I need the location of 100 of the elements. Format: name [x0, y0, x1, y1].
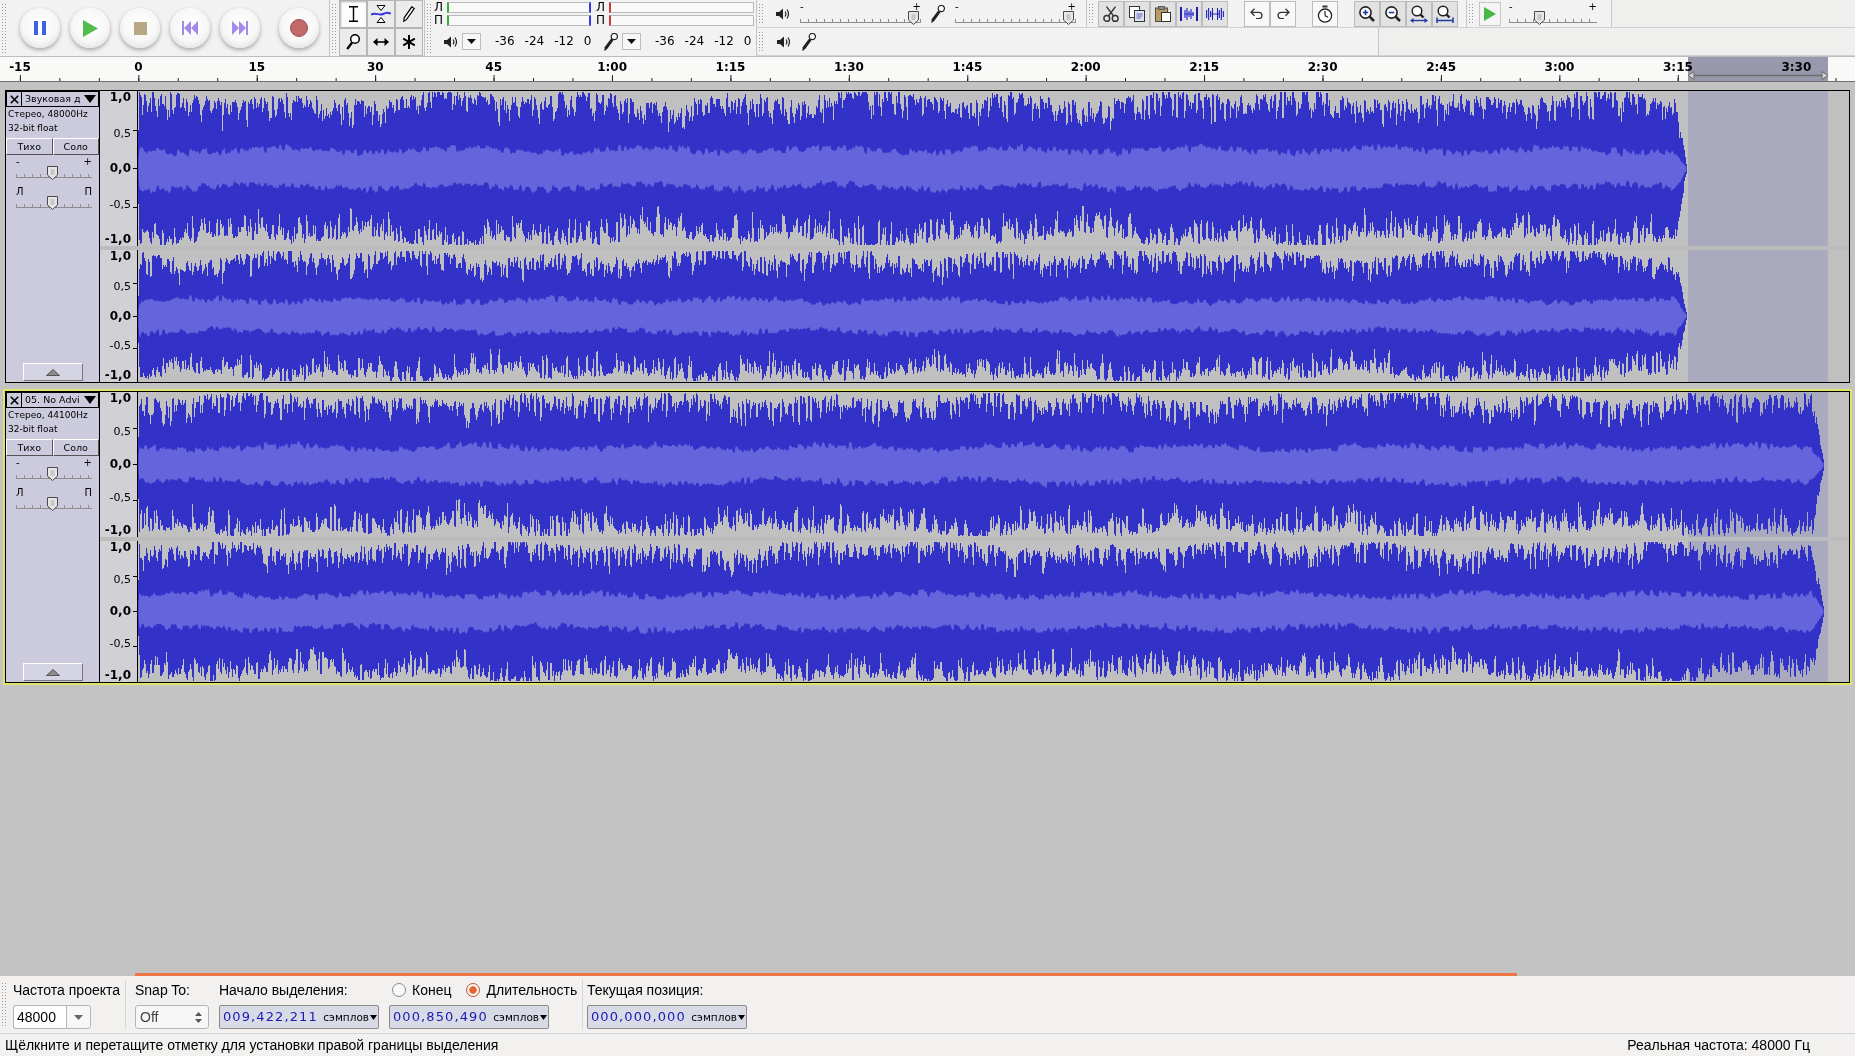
- slider-min-label: -: [955, 2, 959, 11]
- amplitude-label: 1,0: [109, 541, 131, 554]
- snap-combo-box[interactable]: Off: [135, 1005, 209, 1029]
- collapse-button[interactable]: [22, 663, 83, 681]
- trim-button[interactable]: [1176, 0, 1202, 27]
- pencil-icon: [403, 6, 415, 22]
- time-field[interactable]: 000,000,000 сэмплов: [587, 1005, 747, 1029]
- fit-project-button[interactable]: [1432, 0, 1458, 27]
- microphone-icon: [604, 32, 618, 51]
- toolbar-grip[interactable]: [758, 31, 764, 52]
- zoom-out-button[interactable]: [1380, 0, 1406, 27]
- multi-tool-button[interactable]: [395, 28, 423, 56]
- mute-button[interactable]: Тихо: [6, 439, 53, 456]
- slider-thumb[interactable]: [46, 196, 58, 210]
- timer-button[interactable]: [1312, 0, 1338, 27]
- record-button[interactable]: [279, 8, 319, 48]
- triangle-up-icon: [45, 668, 60, 676]
- slider-min-label: Л: [16, 488, 24, 497]
- undo-button[interactable]: [1244, 0, 1270, 27]
- fit-selection-button[interactable]: [1406, 0, 1432, 27]
- sample-rate-text: Реальная частота: 48000 Гц: [1627, 1036, 1810, 1054]
- selection-tool-button[interactable]: [339, 0, 367, 28]
- skip-to-start-button[interactable]: [170, 8, 210, 48]
- slider-thumb[interactable]: [46, 166, 58, 180]
- meter-channel-label: Л: [596, 2, 607, 13]
- time-label: 2:15: [1189, 60, 1220, 74]
- time-label: 1:30: [834, 60, 864, 74]
- time-label: 1:45: [952, 60, 983, 74]
- copy-button[interactable]: [1124, 0, 1150, 27]
- time-label: 3:00: [1544, 60, 1575, 74]
- speaker-icon: [444, 35, 458, 48]
- radio-label[interactable]: Длительность: [486, 981, 578, 999]
- slider-thumb[interactable]: [907, 11, 919, 25]
- track-info-text: Стерео, 44100Hz: [7, 409, 89, 422]
- solo-button[interactable]: Соло: [52, 439, 99, 456]
- radio-button[interactable]: [466, 983, 481, 997]
- meter-scale-label: -24: [684, 34, 705, 49]
- slider-thumb[interactable]: [46, 497, 58, 511]
- slider-max-label: +: [1588, 2, 1597, 11]
- slider-max-label: +: [912, 2, 921, 11]
- slider-thumb[interactable]: [1533, 11, 1545, 25]
- speaker-icon: [777, 35, 791, 48]
- redo-button[interactable]: [1270, 0, 1296, 27]
- skip-to-start-icon: [182, 21, 198, 35]
- amplitude-label: 0,5: [113, 279, 131, 293]
- track-menu-button[interactable]: 05. No Advi: [22, 392, 99, 408]
- time-label: 30: [366, 60, 384, 74]
- time-shift-tool-button[interactable]: [367, 28, 395, 56]
- skip-to-end-icon: [232, 21, 248, 35]
- cut-button[interactable]: [1098, 0, 1124, 27]
- horizontal-scrollbar[interactable]: [135, 973, 1517, 976]
- slider-min-label: -: [16, 458, 20, 467]
- draw-tool-button[interactable]: [395, 0, 423, 28]
- zoom-in-button[interactable]: [1354, 0, 1380, 27]
- time-label: 3:15: [1663, 60, 1693, 74]
- slider-thumb[interactable]: [1062, 11, 1074, 25]
- amplitude-label: 1,0: [109, 250, 131, 263]
- unit-menu-button[interactable]: сэмплов: [690, 1010, 746, 1024]
- zoom-in-icon: [1359, 5, 1375, 22]
- radio-label[interactable]: Конец: [412, 981, 452, 999]
- slider-max-label: П: [84, 187, 92, 196]
- paste-button[interactable]: [1150, 0, 1176, 27]
- close-button[interactable]: [6, 91, 22, 107]
- meter-scale-label: -24: [524, 34, 545, 49]
- pause-icon: [34, 21, 46, 35]
- amplitude-label: 0,0: [109, 458, 131, 471]
- slider-min-label: -: [16, 157, 20, 166]
- solo-button[interactable]: Соло: [52, 138, 99, 155]
- record-icon: [290, 19, 308, 37]
- amplitude-label: 0,5: [113, 126, 131, 140]
- track-menu-button[interactable]: Звуковая д: [22, 91, 99, 107]
- toolbar-grip[interactable]: [331, 3, 337, 53]
- caret-icon: [627, 39, 636, 44]
- time-field[interactable]: 000,850,490 сэмплов: [389, 1005, 549, 1029]
- unit-menu-button[interactable]: сэмплов: [492, 1010, 548, 1024]
- time-label: 0: [134, 60, 143, 74]
- pause-button[interactable]: [20, 8, 60, 48]
- timeline-ruler[interactable]: -15 0 15 30 45 1:00 1:15 1:30 1:45 2:00 2:15 2:30 2:45 3:00 3:15 3:30: [0, 57, 1855, 82]
- mute-button[interactable]: Тихо: [6, 138, 53, 155]
- caret-icon: [540, 1014, 547, 1020]
- time-label: 45: [485, 60, 502, 74]
- dropdown-button[interactable]: [462, 33, 481, 50]
- time-label: 15: [248, 60, 266, 74]
- zoom-tool-button[interactable]: [339, 28, 367, 56]
- radio-button[interactable]: [392, 983, 406, 997]
- time-label: 2:30: [1307, 60, 1338, 74]
- close-button[interactable]: [6, 392, 22, 408]
- silence-button[interactable]: [1202, 0, 1228, 27]
- collapse-button[interactable]: [22, 363, 83, 381]
- play-icon: [82, 19, 98, 37]
- skip-to-end-button[interactable]: [220, 8, 260, 48]
- unit-menu-button[interactable]: сэмплов: [322, 1010, 378, 1024]
- dropdown-button[interactable]: [622, 33, 641, 50]
- rate-label: Частота проекта: [13, 982, 122, 998]
- slider-min-label: Л: [16, 187, 24, 196]
- amplitude-label: 1,0: [109, 392, 131, 405]
- slider-thumb[interactable]: [46, 467, 58, 481]
- envelope-tool-button[interactable]: [367, 0, 395, 28]
- rate-field[interactable]: 48000: [13, 1005, 66, 1029]
- time-field[interactable]: 009,422,211 сэмплов: [219, 1005, 379, 1029]
